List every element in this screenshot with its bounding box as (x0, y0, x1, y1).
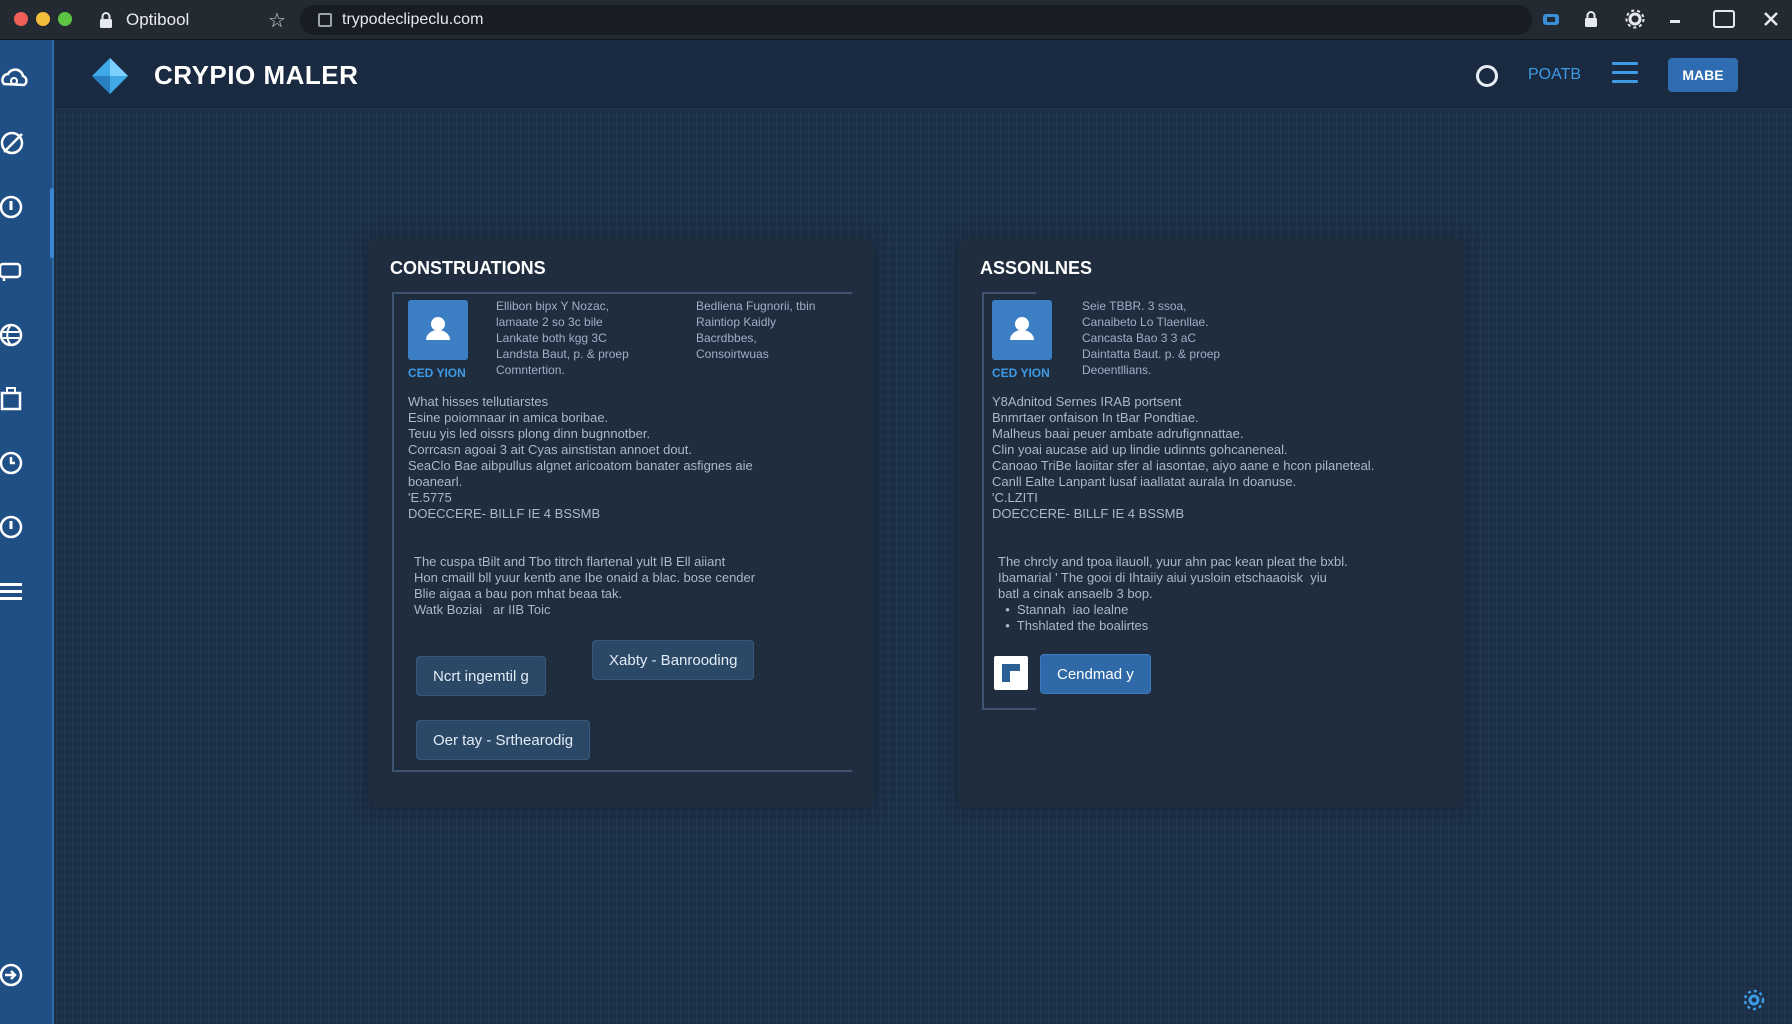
logout-icon (0, 963, 23, 987)
padlock-icon[interactable] (1580, 8, 1602, 30)
sidebar-item-logout[interactable] (0, 960, 30, 990)
avatar-label: CED YION (992, 366, 1050, 380)
panel-body-text-2: The chrcly and tpoa ilauoll, yuur ahn pa… (998, 554, 1348, 633)
sidebar-item-dashboard[interactable] (0, 64, 30, 94)
assonlnes-panel: ASSONLNES CED YION Seie TBBR. 3 ssoa, Ca… (958, 238, 1464, 808)
minimize-window-button[interactable] (36, 12, 50, 26)
maximize-window-button[interactable] (58, 12, 72, 26)
sidebar-item-plugins[interactable] (0, 384, 30, 414)
bookmark-star-icon[interactable]: ☆ (268, 8, 286, 33)
sidebar-item-timer[interactable] (0, 512, 30, 542)
tab-title[interactable]: Optibool (126, 10, 189, 30)
page-icon (318, 13, 332, 27)
minimize-icon[interactable] (1664, 8, 1686, 30)
settings-gear-icon[interactable] (1624, 8, 1646, 30)
meta-left: Seie TBBR. 3 ssoa, Canaibeto Lo Tlaenlla… (1082, 299, 1221, 377)
brand-title[interactable]: CRYPIO MALER (154, 60, 358, 91)
meta-right: Bedliena Fugnorii, tbin Raintiop Kaidly … (696, 299, 816, 361)
compass-icon (0, 131, 24, 155)
header-link[interactable]: POATB (1528, 66, 1581, 84)
gear-icon[interactable] (1742, 988, 1766, 1012)
sidebar-item-messages[interactable] (0, 256, 30, 286)
timer-icon (0, 515, 23, 539)
avatar-label: CED YION (408, 366, 466, 380)
close-window-icon[interactable] (1760, 8, 1782, 30)
document-icon[interactable] (994, 656, 1028, 690)
sidebar-item-menu[interactable] (0, 576, 30, 606)
browser-chrome: Optibool ☆ trypodeclipeclu.com (0, 0, 1792, 40)
panel-body-text-2: The cuspa tBilt and Tbo titrch flartenal… (414, 554, 756, 617)
status-circle-icon[interactable] (1476, 65, 1498, 87)
clock-icon (0, 451, 23, 475)
header-action-button[interactable]: MABE (1668, 58, 1738, 92)
lock-icon (100, 12, 112, 28)
confirm-button[interactable]: Cendmad y (1040, 654, 1151, 694)
hamburger-menu-icon[interactable] (1612, 62, 1638, 86)
app-header: CRYPIO MALER POATB MABE (56, 42, 1792, 108)
address-bar[interactable]: trypodeclipeclu.com (300, 5, 1532, 35)
sidebar (0, 40, 54, 1024)
cloud-sync-icon (1, 68, 28, 87)
user-avatar-icon[interactable] (408, 300, 468, 360)
panel-body-text: Y8Adnitod Sernes IRAB portsent Bnmrtaer … (992, 394, 1375, 521)
sidebar-item-network[interactable] (0, 320, 30, 350)
puzzle-icon (0, 387, 22, 411)
sidebar-item-explore[interactable] (0, 128, 30, 158)
info-circle-icon (0, 195, 23, 219)
next-button[interactable]: Ncrt ingemtil g (416, 656, 546, 696)
chat-icon (0, 262, 22, 281)
panel-title: CONSTRUATIONS (390, 258, 546, 278)
oer-button[interactable]: Oer tay - Srthearodig (416, 720, 591, 760)
panel-body-text: What hisses tellutiarstes Esine poiomnaa… (408, 394, 753, 521)
panel-title: ASSONLNES (980, 258, 1093, 278)
main-content-area (56, 108, 1792, 1024)
url-text[interactable]: trypodeclipeclu.com (342, 11, 483, 29)
extension-icon[interactable] (1540, 8, 1562, 30)
user-avatar-icon[interactable] (992, 300, 1052, 360)
sidebar-active-indicator (50, 188, 54, 258)
close-window-button[interactable] (14, 12, 28, 26)
list-icon (0, 583, 22, 600)
sidebar-item-history[interactable] (0, 448, 30, 478)
diamond-logo-icon[interactable] (90, 56, 130, 96)
sidebar-item-alerts[interactable] (0, 192, 30, 222)
restore-window-icon[interactable] (1712, 8, 1735, 30)
constructions-panel: CONSTRUATIONS CED YION Ellibon bipx Y No… (368, 238, 874, 808)
meta-left: Ellibon bipx Y Nozac, lamaate 2 so 3c bi… (496, 299, 629, 377)
xabty-button[interactable]: Xabty - Banrooding (592, 640, 755, 680)
globe-icon (0, 323, 23, 347)
